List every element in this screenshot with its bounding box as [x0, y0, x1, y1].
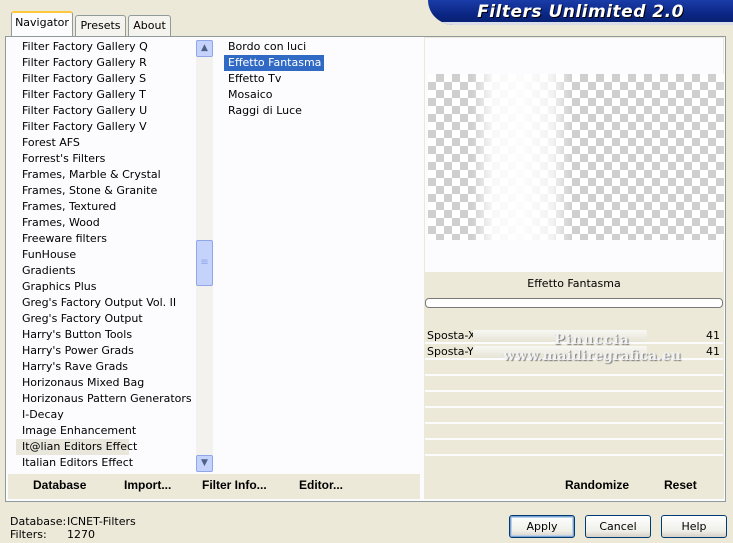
category-item[interactable]: Filter Factory Gallery V	[16, 119, 200, 135]
cancel-button[interactable]: Cancel	[585, 515, 651, 538]
param-value: 41	[706, 329, 720, 342]
filter-item[interactable]: Effetto Fantasma	[224, 55, 419, 71]
category-item[interactable]: I-Decay	[16, 407, 200, 423]
progress-bar	[425, 298, 723, 308]
selected-filter-name: Effetto Fantasma	[527, 277, 621, 290]
tab-navigator[interactable]: Navigator	[11, 11, 73, 36]
category-item[interactable]: Filter Factory Gallery S	[16, 71, 200, 87]
param-label: Sposta-Y	[427, 345, 474, 358]
ghost-effect-overlay	[472, 74, 572, 240]
filter-item-label: Raggi di Luce	[228, 104, 302, 117]
category-item[interactable]: Filter Factory Gallery R	[16, 55, 200, 71]
import-button[interactable]: Import...	[124, 478, 171, 492]
settings-toolbar: Randomize Reset	[424, 474, 724, 499]
category-item[interactable]: It@lian Editors Effect	[16, 439, 137, 455]
navigator-toolbar: Database Import... Filter Info... Editor…	[8, 474, 420, 499]
help-button[interactable]: Help	[661, 515, 727, 538]
filter-item-label: Effetto Fantasma	[224, 55, 325, 71]
navigator-panel: Filter Factory Gallery Q Filter Factory G…	[5, 36, 726, 502]
chevron-up-icon: ▲	[201, 43, 208, 53]
param-row-empty	[425, 376, 723, 392]
category-item[interactable]: Greg's Factory Output Vol. II	[16, 295, 200, 311]
scroll-up-button[interactable]: ▲	[196, 40, 213, 57]
chevron-down-icon: ▼	[201, 458, 208, 468]
category-item[interactable]: Harry's Rave Grads	[16, 359, 200, 375]
status-database-value: ICNET-Filters	[67, 515, 136, 528]
param-value: 41	[706, 345, 720, 358]
editor-button[interactable]: Editor...	[299, 478, 343, 492]
param-row-empty	[425, 360, 723, 376]
param-row-empty	[425, 392, 723, 408]
category-item[interactable]: Freeware filters	[16, 231, 200, 247]
filter-item[interactable]: Mosaico	[224, 87, 419, 103]
preview-image	[428, 74, 724, 240]
scroll-thumb[interactable]: ≡	[196, 240, 213, 286]
param-row-empty	[425, 408, 723, 424]
status-filters-label: Filters:	[10, 528, 47, 541]
category-item[interactable]: Filter Factory Gallery T	[16, 87, 200, 103]
filter-item[interactable]: Raggi di Luce	[224, 103, 419, 119]
category-item[interactable]: Gradients	[16, 263, 200, 279]
app-title: Filters Unlimited 2.0	[477, 2, 684, 22]
scroll-down-button[interactable]: ▼	[196, 455, 213, 472]
status-filters: Filters: 1270	[10, 528, 95, 541]
grip-icon: ≡	[200, 257, 209, 268]
category-item[interactable]: Forrest's Filters	[16, 151, 200, 167]
preview-area	[425, 38, 724, 272]
param-slider[interactable]	[473, 346, 647, 358]
apply-button[interactable]: Apply	[509, 515, 575, 538]
category-item[interactable]: Italian Editors Effect	[16, 455, 200, 471]
filter-item[interactable]: Bordo con luci	[224, 39, 419, 55]
category-item[interactable]: Image Enhancement	[16, 423, 200, 439]
category-item[interactable]: Horizonaus Mixed Bag	[16, 375, 200, 391]
param-row-empty	[425, 440, 723, 456]
category-item[interactable]: Greg's Factory Output	[16, 311, 200, 327]
reset-button[interactable]: Reset	[664, 478, 697, 492]
randomize-button[interactable]: Randomize	[565, 478, 629, 492]
category-scrollbar[interactable]: ▲ ≡ ▼	[196, 40, 213, 472]
category-item[interactable]: Harry's Power Grads	[16, 343, 200, 359]
filter-info-button[interactable]: Filter Info...	[202, 478, 267, 492]
app-banner: Filters Unlimited 2.0	[428, 0, 733, 25]
parameter-list: Sposta-X 41 Sposta-Y 41 Pinuccia www.mai…	[425, 328, 723, 472]
param-row-sposta-x[interactable]: Sposta-X 41	[425, 328, 723, 344]
category-item[interactable]: Harry's Button Tools	[16, 327, 200, 343]
filter-settings-panel: Effetto Fantasma Sposta-X 41 Sposta-Y 41…	[424, 37, 724, 499]
category-item[interactable]: Forest AFS	[16, 135, 200, 151]
tab-presets[interactable]: Presets	[75, 15, 126, 36]
category-list[interactable]: Filter Factory Gallery Q Filter Factory G…	[16, 39, 200, 471]
param-row-sposta-y[interactable]: Sposta-Y 41	[425, 344, 723, 360]
filter-list[interactable]: Bordo con luci Effetto Fantasma Effetto Tv…	[224, 39, 419, 471]
filter-item-label: Mosaico	[228, 88, 273, 101]
filter-item[interactable]: Effetto Tv	[224, 71, 419, 87]
param-slider[interactable]	[473, 330, 647, 342]
category-item[interactable]: Graphics Plus	[16, 279, 200, 295]
category-item[interactable]: Horizonaus Pattern Generators	[16, 391, 200, 407]
category-item[interactable]: Frames, Marble & Crystal	[16, 167, 200, 183]
category-item[interactable]: Filter Factory Gallery Q	[16, 39, 200, 55]
database-button[interactable]: Database	[33, 478, 86, 492]
param-label: Sposta-X	[427, 329, 476, 342]
filter-item-label: Bordo con luci	[228, 40, 307, 53]
category-item[interactable]: Frames, Wood	[16, 215, 200, 231]
category-item[interactable]: Filter Factory Gallery U	[16, 103, 200, 119]
category-item[interactable]: FunHouse	[16, 247, 200, 263]
tab-about[interactable]: About	[128, 15, 171, 36]
category-item[interactable]: Frames, Stone & Granite	[16, 183, 200, 199]
status-filters-value: 1270	[67, 528, 95, 541]
param-row-empty	[425, 424, 723, 440]
status-database-label: Database:	[10, 515, 67, 528]
category-item[interactable]: Frames, Textured	[16, 199, 200, 215]
status-database: Database:ICNET-Filters	[10, 515, 136, 528]
filter-item-label: Effetto Tv	[228, 72, 282, 85]
